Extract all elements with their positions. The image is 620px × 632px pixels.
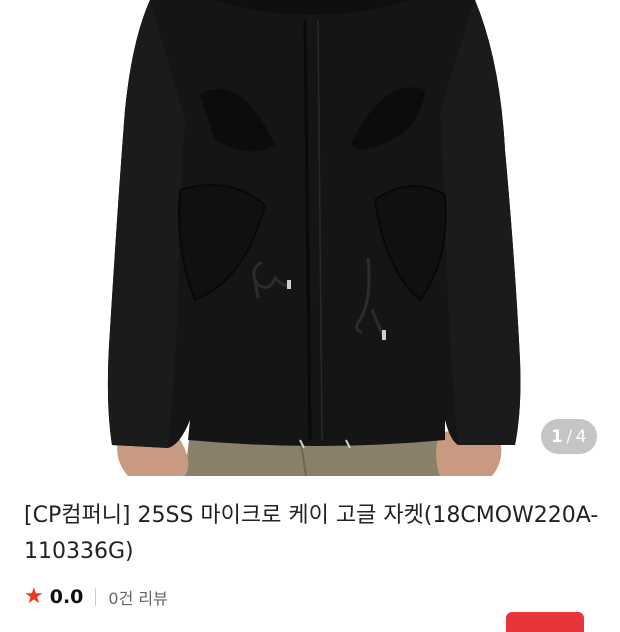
image-counter-separator: / (566, 426, 573, 447)
star-icon: ★ (24, 584, 44, 609)
product-title: [CP컴퍼니] 25SS 마이크로 케이 고글 자켓(18CMOW220A-11… (24, 503, 599, 564)
product-image-carousel[interactable]: 1 / 4 (0, 0, 620, 476)
review-count-link[interactable]: 0건 리뷰 (108, 585, 167, 609)
rating-score: 0.0 (49, 586, 84, 608)
image-counter: 1 / 4 (541, 419, 597, 454)
image-counter-total: 4 (575, 426, 587, 447)
product-photo (107, 0, 521, 476)
promo-badge (506, 612, 584, 632)
rating-divider (95, 588, 97, 606)
image-counter-current: 1 (551, 426, 564, 447)
product-rating: ★ 0.0 0건 리뷰 (24, 582, 168, 612)
